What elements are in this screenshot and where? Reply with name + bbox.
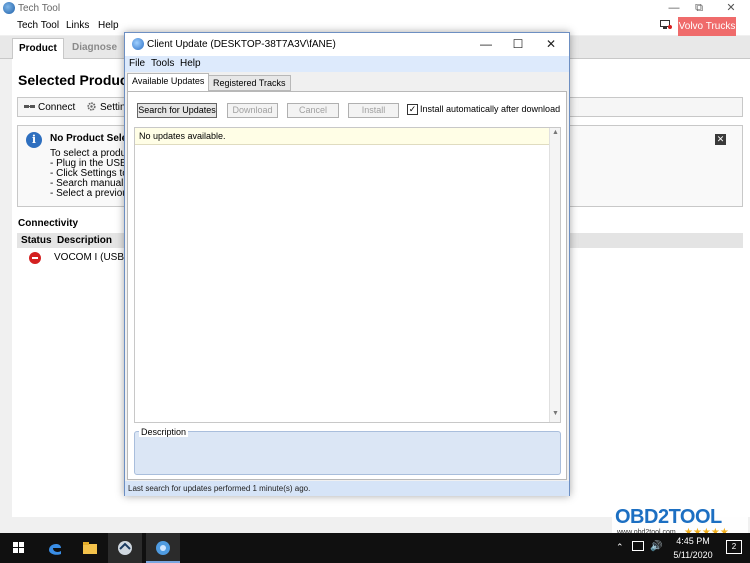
windows-logo-icon: [13, 542, 25, 554]
edge-browser-icon: [49, 544, 61, 555]
client-update-app-icon: [132, 38, 144, 50]
scroll-up-icon[interactable]: ▲: [550, 129, 561, 136]
download-button[interactable]: Download: [227, 103, 278, 118]
dialog-title: Client Update (DESKTOP-38T7A3V\fANE): [147, 39, 336, 50]
menu-file[interactable]: File: [129, 58, 145, 69]
folder-icon: [83, 542, 97, 554]
column-header-status[interactable]: Status: [21, 235, 52, 246]
connect-label: Connect: [38, 102, 76, 113]
info-icon: i: [26, 132, 42, 148]
search-for-updates-button[interactable]: Search for Updates: [137, 103, 217, 118]
taskbar: ⌃ 🔊 4:45 PM 5/11/2020 2: [0, 533, 750, 563]
close-icon[interactable]: ✕: [540, 36, 562, 53]
taskbar-tech-tool[interactable]: [108, 533, 142, 563]
description-box: Description: [134, 427, 561, 475]
dialog-title-bar[interactable]: Client Update (DESKTOP-38T7A3V\fANE) — ☐…: [125, 33, 569, 56]
description-label: Description: [139, 427, 189, 437]
show-hidden-icons-icon[interactable]: ⌃: [616, 542, 624, 553]
connectivity-heading: Connectivity: [18, 218, 79, 229]
tab-registered-tracks[interactable]: Registered Tracks: [208, 75, 291, 91]
client-update-icon: [156, 541, 170, 555]
list-item: No updates available.: [135, 128, 549, 145]
volvo-trucks-button[interactable]: Volvo Trucks: [678, 17, 736, 36]
menu-help[interactable]: Help: [98, 20, 119, 31]
scroll-down-icon[interactable]: ▼: [550, 410, 561, 417]
tab-available-updates[interactable]: Available Updates: [127, 73, 210, 91]
disconnected-status-icon: [29, 252, 41, 264]
techtool-icon: [118, 541, 132, 555]
monitor-alert-icon[interactable]: [660, 20, 672, 30]
auto-install-checkbox[interactable]: ✓: [407, 104, 418, 115]
minimize-icon[interactable]: —: [475, 36, 497, 53]
menu-help[interactable]: Help: [180, 58, 201, 69]
taskbar-client-update[interactable]: [146, 533, 180, 563]
dialog-menu-bar: File Tools Help: [125, 56, 569, 72]
menu-tech-tool[interactable]: Tech Tool: [17, 20, 59, 31]
clock-date[interactable]: 5/11/2020: [668, 550, 718, 560]
main-window-title: Tech Tool: [18, 3, 61, 14]
volume-icon[interactable]: 🔊: [650, 541, 662, 552]
main-title-bar: Tech Tool — ⧉ ✕: [0, 0, 750, 17]
list-scrollbar[interactable]: ▲ ▼: [549, 128, 560, 422]
available-updates-panel: Search for Updates Download Cancel Insta…: [127, 91, 567, 480]
settings-label: Settin: [100, 102, 126, 113]
plug-icon: [24, 105, 35, 108]
system-tray: ⌃ 🔊 4:45 PM 5/11/2020 2: [612, 533, 750, 563]
menu-tools[interactable]: Tools: [151, 58, 174, 69]
auto-install-label[interactable]: Install automatically after download: [420, 104, 560, 114]
taskbar-file-explorer[interactable]: [73, 533, 107, 563]
connect-button[interactable]: Connect: [24, 100, 75, 115]
menu-links[interactable]: Links: [66, 20, 89, 31]
dialog-status-bar: Last search for updates performed 1 minu…: [125, 481, 569, 496]
updates-list[interactable]: No updates available. ▲ ▼: [134, 127, 561, 423]
column-header-description[interactable]: Description: [57, 235, 112, 246]
info-line: - Select a previous: [50, 188, 133, 199]
gear-icon: [87, 102, 96, 111]
cancel-button[interactable]: Cancel: [287, 103, 339, 118]
clock-time[interactable]: 4:45 PM: [668, 536, 718, 546]
page-title: Selected Product: [18, 72, 133, 88]
client-update-dialog: Client Update (DESKTOP-38T7A3V\fANE) — ☐…: [124, 32, 570, 496]
close-info-icon[interactable]: ✕: [715, 134, 726, 145]
install-button[interactable]: Install: [348, 103, 399, 118]
network-icon[interactable]: [632, 541, 644, 551]
maximize-icon[interactable]: ☐: [507, 36, 529, 53]
watermark-logo: OBD2TOOL: [615, 506, 722, 528]
start-button[interactable]: [2, 533, 36, 563]
taskbar-edge[interactable]: [38, 533, 72, 563]
restore-icon[interactable]: ⧉: [686, 0, 712, 17]
notification-center-icon[interactable]: 2: [726, 540, 742, 554]
close-icon[interactable]: ✕: [718, 0, 744, 17]
tab-product[interactable]: Product: [12, 38, 64, 59]
tab-diagnose[interactable]: Diagnose: [66, 38, 123, 59]
minimize-icon[interactable]: —: [661, 0, 687, 17]
settings-button[interactable]: Settin: [86, 100, 126, 115]
techtool-app-icon: [3, 2, 15, 14]
dialog-tab-bar: Available Updates Registered Tracks: [125, 72, 569, 92]
